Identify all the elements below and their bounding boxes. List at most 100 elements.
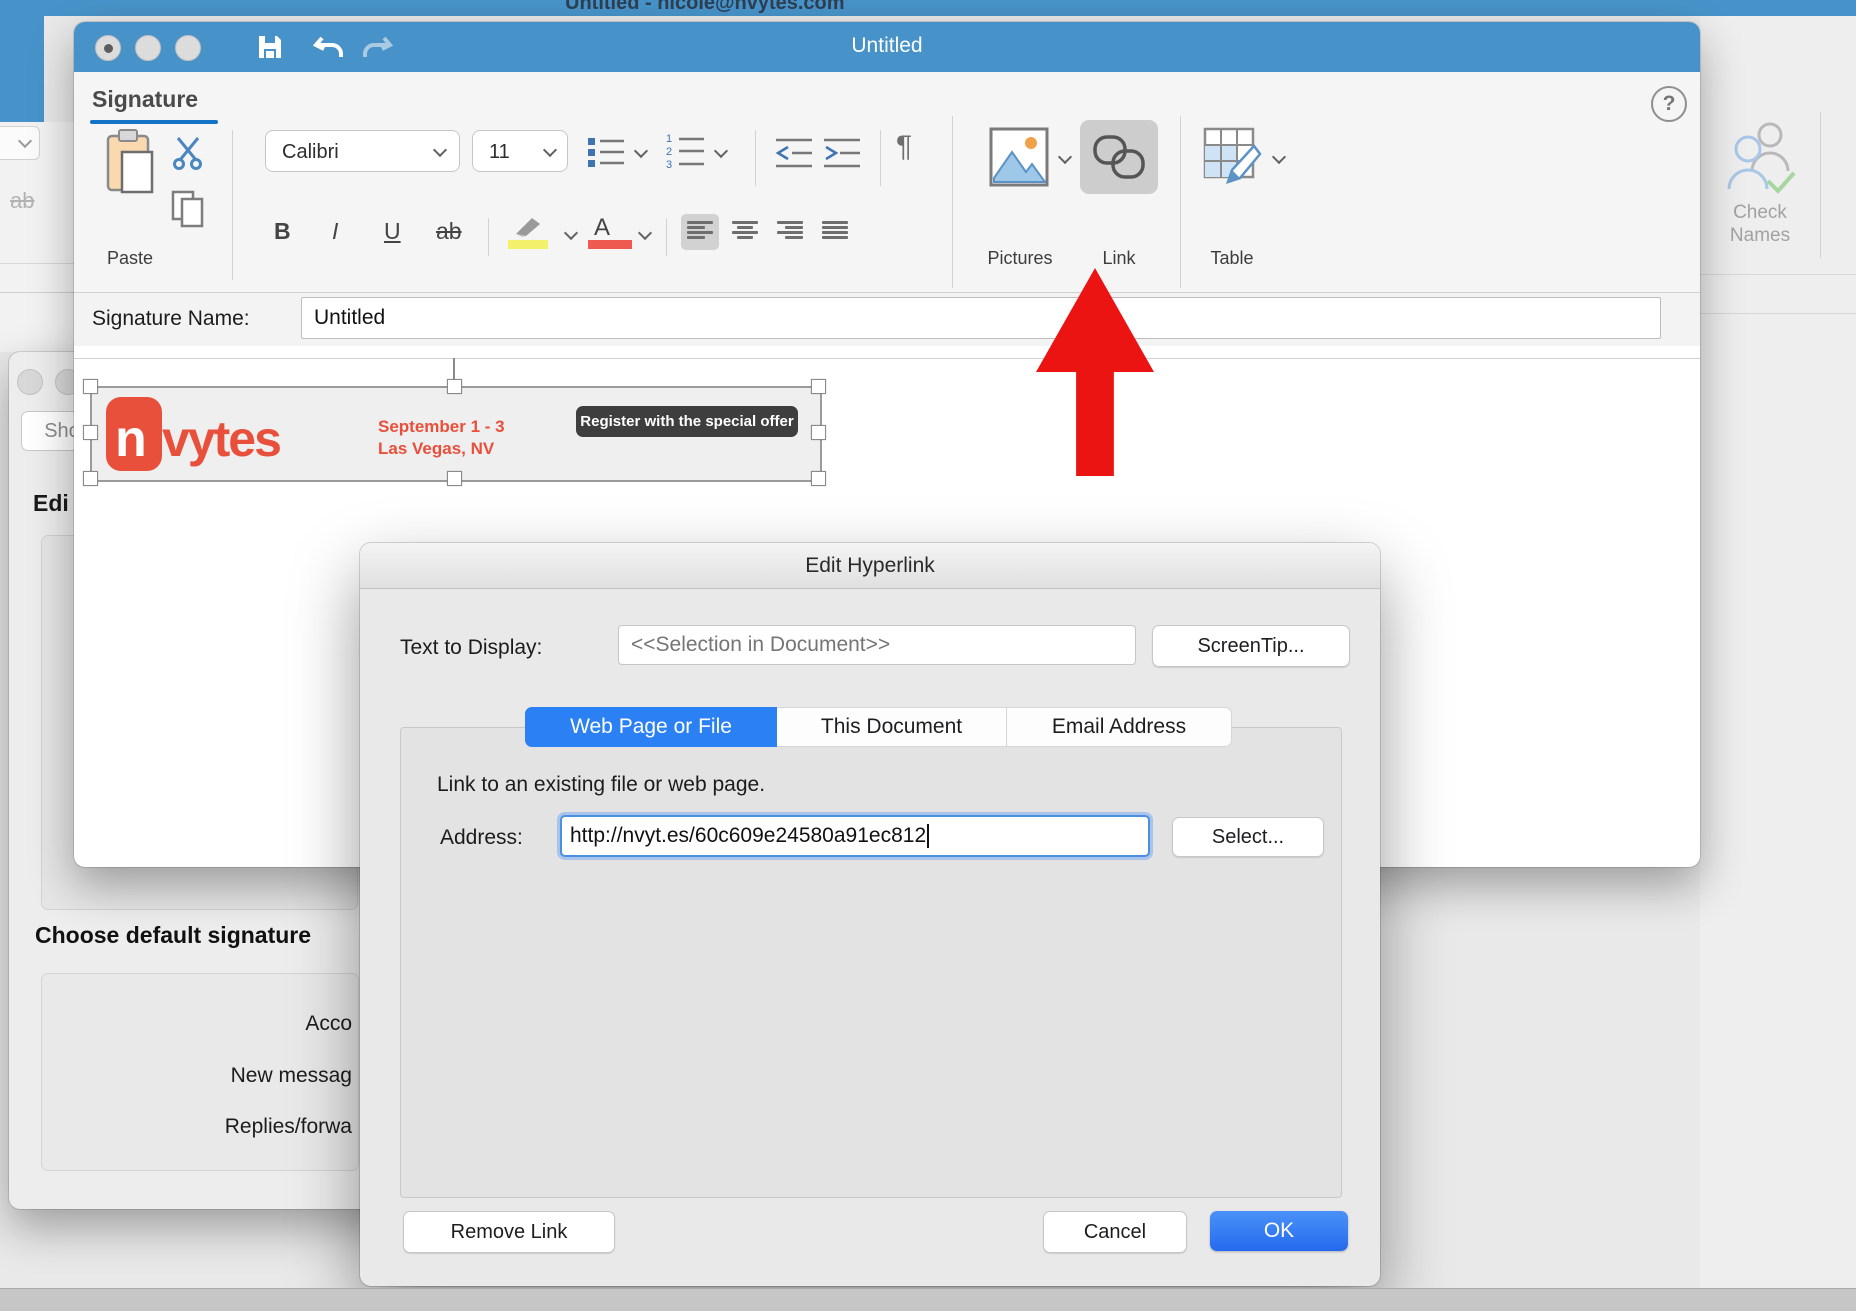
copy-icon[interactable] bbox=[168, 188, 208, 228]
dialog-title: Edit Hyperlink bbox=[805, 554, 935, 578]
tab-email-address[interactable]: Email Address bbox=[1006, 707, 1232, 747]
chevron-down-icon bbox=[433, 143, 447, 157]
text-to-display-input[interactable] bbox=[618, 625, 1136, 665]
font-size-value: 11 bbox=[489, 141, 510, 163]
pictures-button-label[interactable]: Pictures bbox=[980, 248, 1060, 269]
check-names-group[interactable]: Check Names bbox=[1706, 105, 1814, 255]
selection-handle[interactable] bbox=[447, 379, 462, 394]
paste-clipboard-icon[interactable] bbox=[102, 128, 158, 194]
signature-event-dates: September 1 - 3 Las Vegas, NV bbox=[378, 416, 505, 460]
cancel-button[interactable]: Cancel bbox=[1043, 1211, 1187, 1253]
link-type-tabs: Web Page or File This Document Email Add… bbox=[525, 707, 1232, 747]
selection-handle[interactable] bbox=[83, 471, 98, 486]
italic-button[interactable]: I bbox=[332, 218, 338, 245]
dialog-titlebar[interactable]: Edit Hyperlink bbox=[360, 543, 1380, 589]
background-strike-icon[interactable]: ab bbox=[10, 188, 34, 214]
text-caret bbox=[927, 824, 929, 848]
link-type-panel bbox=[400, 727, 1342, 1198]
screentip-button-label: ScreenTip... bbox=[1197, 635, 1304, 658]
select-button[interactable]: Select... bbox=[1172, 817, 1324, 857]
chevron-down-icon bbox=[18, 134, 32, 148]
divider bbox=[0, 263, 74, 264]
divider bbox=[0, 292, 74, 293]
decrease-indent-icon[interactable] bbox=[774, 136, 814, 170]
tab-signature[interactable]: Signature bbox=[92, 86, 198, 113]
font-color-button[interactable]: A bbox=[594, 214, 610, 242]
tab-web-page-or-file[interactable]: Web Page or File bbox=[525, 707, 777, 747]
signature-name-label: Signature Name: bbox=[92, 307, 250, 331]
select-button-label: Select... bbox=[1212, 826, 1284, 849]
selection-handle[interactable] bbox=[811, 379, 826, 394]
cut-scissors-icon[interactable] bbox=[170, 134, 206, 170]
background-dropdown-left[interactable] bbox=[0, 126, 40, 160]
signature-name-input[interactable] bbox=[301, 297, 1661, 339]
numbered-list-chevron-icon[interactable] bbox=[714, 144, 728, 158]
justify-button[interactable] bbox=[816, 219, 854, 255]
traffic-light[interactable] bbox=[17, 369, 43, 395]
align-right-button[interactable] bbox=[771, 219, 809, 255]
tab-label: Email Address bbox=[1052, 715, 1186, 739]
address-label: Address: bbox=[440, 826, 523, 850]
help-glyph: ? bbox=[1663, 92, 1676, 116]
ribbon: Signature ? Paste Calibri bbox=[74, 72, 1700, 293]
divider bbox=[1820, 112, 1821, 258]
selection-handle[interactable] bbox=[811, 425, 826, 440]
font-color-bar bbox=[588, 240, 632, 249]
highlight-pen-icon[interactable] bbox=[510, 214, 544, 238]
selection-handle[interactable] bbox=[83, 379, 98, 394]
signature-image-selection[interactable]: n vytes September 1 - 3 Las Vegas, NV Re… bbox=[90, 386, 822, 482]
selection-handle[interactable] bbox=[447, 471, 462, 486]
font-family-select[interactable]: Calibri bbox=[265, 130, 460, 172]
numbered-list-icon[interactable]: 1 2 3 bbox=[664, 132, 706, 170]
check-names-icon bbox=[1724, 119, 1798, 203]
bold-button[interactable]: B bbox=[274, 218, 291, 245]
bottom-strip bbox=[0, 1288, 1856, 1311]
selection-handle[interactable] bbox=[811, 471, 826, 486]
remove-link-button[interactable]: Remove Link bbox=[403, 1211, 615, 1253]
align-left-button[interactable] bbox=[681, 214, 719, 250]
pilcrow-button[interactable]: ¶ bbox=[896, 130, 912, 164]
bulleted-list-icon[interactable] bbox=[586, 134, 626, 170]
divider bbox=[1180, 116, 1181, 288]
check-names-label-line1: Check bbox=[1706, 201, 1814, 224]
background-window-title-text: Untitled - nicole@nvytes.com bbox=[565, 0, 845, 15]
editor-titlebar[interactable]: Untitled bbox=[74, 22, 1700, 72]
tab-label: This Document bbox=[821, 715, 962, 739]
nvytes-logo-word: vytes bbox=[162, 410, 280, 468]
divider bbox=[232, 130, 233, 280]
pictures-icon[interactable] bbox=[988, 126, 1050, 188]
address-input[interactable]: http://nvyt.es/60c609e24580a91ec812 bbox=[560, 815, 1150, 857]
highlight-chevron-icon[interactable] bbox=[564, 226, 578, 240]
cancel-button-label: Cancel bbox=[1084, 1221, 1146, 1244]
link-button[interactable] bbox=[1080, 120, 1158, 194]
tab-label: Web Page or File bbox=[570, 715, 732, 739]
background-blue-corner bbox=[0, 0, 44, 122]
paste-button-label[interactable]: Paste bbox=[92, 248, 168, 269]
canvas-top-border bbox=[74, 358, 1700, 359]
increase-indent-icon[interactable] bbox=[822, 136, 862, 170]
table-chevron-icon[interactable] bbox=[1272, 150, 1286, 164]
default-signature-panel: Acco New messag Replies/forwa bbox=[41, 973, 359, 1171]
address-value: http://nvyt.es/60c609e24580a91ec812 bbox=[570, 824, 926, 847]
table-icon[interactable] bbox=[1202, 126, 1264, 188]
divider bbox=[1700, 313, 1856, 314]
font-size-select[interactable]: 11 bbox=[472, 130, 568, 172]
ok-button[interactable]: OK bbox=[1210, 1211, 1348, 1251]
bulleted-list-chevron-icon[interactable] bbox=[634, 144, 648, 158]
screentip-button[interactable]: ScreenTip... bbox=[1152, 625, 1350, 667]
tab-this-document[interactable]: This Document bbox=[777, 707, 1006, 747]
align-center-button[interactable] bbox=[726, 219, 764, 255]
offer-badge-label: Register with the special offer bbox=[580, 413, 793, 430]
help-button[interactable]: ? bbox=[1651, 86, 1687, 122]
font-color-chevron-icon[interactable] bbox=[638, 226, 652, 240]
table-button-label[interactable]: Table bbox=[1192, 248, 1272, 269]
nvytes-logo-letter: n bbox=[115, 413, 147, 465]
account-row-label: Acco bbox=[305, 1012, 352, 1036]
divider bbox=[952, 116, 953, 288]
ok-button-label: OK bbox=[1264, 1219, 1294, 1243]
selection-handle[interactable] bbox=[83, 425, 98, 440]
underline-button[interactable]: U bbox=[384, 218, 401, 245]
strikethrough-button[interactable]: ab bbox=[436, 218, 462, 245]
pictures-chevron-icon[interactable] bbox=[1058, 150, 1072, 164]
link-button-label[interactable]: Link bbox=[1079, 248, 1159, 269]
